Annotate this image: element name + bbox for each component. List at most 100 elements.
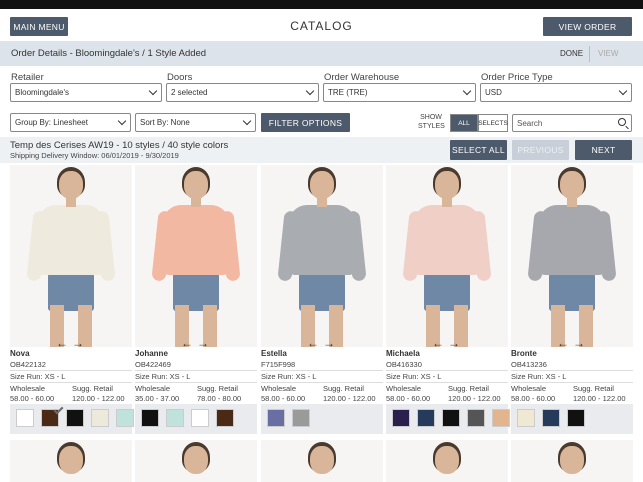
chevron-down-icon	[117, 116, 127, 126]
warehouse-value: TRE (TRE)	[328, 88, 368, 97]
product-image[interactable]	[261, 165, 383, 347]
selects-toggle[interactable]: SELECTS	[478, 114, 508, 132]
color-swatch[interactable]	[166, 409, 184, 427]
chevron-down-icon	[305, 86, 315, 96]
color-swatch[interactable]	[517, 409, 535, 427]
size-run: Size Run: XS - L	[386, 372, 442, 381]
group-by-select[interactable]: Group By: Linesheet	[10, 113, 131, 132]
color-swatch[interactable]	[66, 409, 84, 427]
product-image[interactable]	[10, 165, 132, 347]
color-swatch[interactable]	[492, 409, 510, 427]
color-swatch[interactable]	[392, 409, 410, 427]
search-input[interactable]: Search	[512, 114, 632, 132]
order-details-title: Order Details - Bloomingdale's / 1 Style…	[11, 48, 207, 59]
product-code: OB416330	[386, 360, 422, 369]
product-code: F715F998	[261, 360, 296, 369]
size-run: Size Run: XS - L	[511, 372, 567, 381]
delivery-window: Shipping Delivery Window: 06/01/2019 - 9…	[10, 151, 179, 160]
all-toggle[interactable]: ALL	[450, 114, 478, 132]
retail-price: 120.00 - 122.00	[323, 394, 376, 403]
retailer-label: Retailer	[11, 72, 44, 83]
product-image-next-row[interactable]	[261, 440, 383, 482]
arrow-left-icon[interactable]: ←	[432, 336, 444, 350]
search-icon[interactable]	[618, 118, 626, 126]
arrow-left-icon[interactable]: ←	[307, 336, 319, 350]
retailer-value: Bloomingdale's	[15, 88, 70, 97]
product-card[interactable]: ← → Nova OB422132 Size Run: XS - L Whole…	[10, 165, 134, 435]
sort-by-select[interactable]: Sort By: None	[135, 113, 256, 132]
arrow-right-icon[interactable]: →	[197, 336, 209, 350]
arrow-right-icon[interactable]: →	[448, 336, 460, 350]
color-swatch[interactable]	[467, 409, 485, 427]
color-swatches	[386, 404, 510, 434]
chevron-down-icon	[148, 86, 158, 96]
sugg-retail-label: Sugg. Retail	[573, 384, 614, 393]
divider	[386, 382, 508, 383]
color-swatch[interactable]	[567, 409, 585, 427]
arrow-left-icon[interactable]: ←	[181, 336, 193, 350]
color-swatch[interactable]	[267, 409, 285, 427]
group-by-value: Group By: Linesheet	[15, 118, 88, 127]
product-image-next-row[interactable]	[511, 440, 633, 482]
color-swatch[interactable]	[542, 409, 560, 427]
product-name: Michaela	[386, 349, 420, 358]
divider	[511, 370, 633, 371]
size-run: Size Run: XS - L	[10, 372, 66, 381]
retailer-select[interactable]: Bloomingdale's	[10, 83, 162, 102]
product-code: OB413236	[511, 360, 547, 369]
product-name: Bronte	[511, 349, 537, 358]
warehouse-label: Order Warehouse	[324, 72, 400, 83]
wholesale-price: 58.00 - 60.00	[511, 394, 556, 403]
doors-select[interactable]: 2 selected	[166, 83, 319, 102]
arrow-left-icon[interactable]: ←	[56, 336, 68, 350]
next-button[interactable]: NEXT	[575, 140, 632, 160]
product-card[interactable]: ← → Johanne OB422469 Size Run: XS - L Wh…	[135, 165, 257, 435]
retail-price: 120.00 - 122.00	[573, 394, 626, 403]
view-button[interactable]: VIEW	[598, 49, 618, 58]
color-swatch[interactable]	[442, 409, 460, 427]
product-image[interactable]	[511, 165, 633, 347]
product-card[interactable]: ← → Michaela OB416330 Size Run: XS - L W…	[386, 165, 510, 435]
arrow-right-icon[interactable]: →	[573, 336, 585, 350]
filter-options-button[interactable]: FILTER OPTIONS	[261, 113, 350, 132]
product-card[interactable]: ← → Bronte OB413236 Size Run: XS - L Who…	[511, 165, 633, 435]
product-image-next-row[interactable]	[10, 440, 132, 482]
product-image-next-row[interactable]	[386, 440, 508, 482]
sugg-retail-label: Sugg. Retail	[323, 384, 364, 393]
color-swatch[interactable]	[141, 409, 159, 427]
color-swatch[interactable]	[216, 409, 234, 427]
divider	[386, 370, 508, 371]
color-swatches	[10, 404, 134, 434]
chevron-down-icon	[242, 116, 252, 126]
previous-button[interactable]: PREVIOUS	[512, 140, 569, 160]
product-image[interactable]	[135, 165, 257, 347]
divider	[261, 370, 383, 371]
color-swatches	[135, 404, 257, 434]
color-swatch[interactable]	[91, 409, 109, 427]
product-image[interactable]	[386, 165, 508, 347]
product-image-next-row[interactable]	[135, 440, 257, 482]
wholesale-price: 58.00 - 60.00	[10, 394, 55, 403]
view-order-button[interactable]: VIEW ORDER	[543, 17, 632, 36]
color-swatch[interactable]	[116, 409, 134, 427]
order-details-bar: Order Details - Bloomingdale's / 1 Style…	[0, 42, 643, 66]
product-name: Nova	[10, 349, 30, 358]
product-card[interactable]: ← → Estella F715F998 Size Run: XS - L Wh…	[261, 165, 383, 435]
wholesale-label: Wholesale	[135, 384, 171, 393]
color-swatch[interactable]	[191, 409, 209, 427]
arrow-left-icon[interactable]: ←	[557, 336, 569, 350]
linesheet-title: Temp des Cerises AW19 - 10 styles / 40 s…	[10, 140, 229, 151]
select-all-button[interactable]: SELECT ALL	[450, 140, 507, 160]
color-swatch[interactable]	[417, 409, 435, 427]
done-button[interactable]: DONE	[560, 49, 583, 58]
status-bar	[0, 0, 643, 9]
divider	[10, 370, 132, 371]
price-type-select[interactable]: USD	[480, 83, 632, 102]
arrow-right-icon[interactable]: →	[323, 336, 335, 350]
wholesale-label: Wholesale	[386, 384, 422, 393]
warehouse-select[interactable]: TRE (TRE)	[323, 83, 476, 102]
arrow-right-icon[interactable]: →	[72, 336, 84, 350]
color-swatch[interactable]	[16, 409, 34, 427]
color-swatch[interactable]	[292, 409, 310, 427]
product-code: OB422469	[135, 360, 171, 369]
